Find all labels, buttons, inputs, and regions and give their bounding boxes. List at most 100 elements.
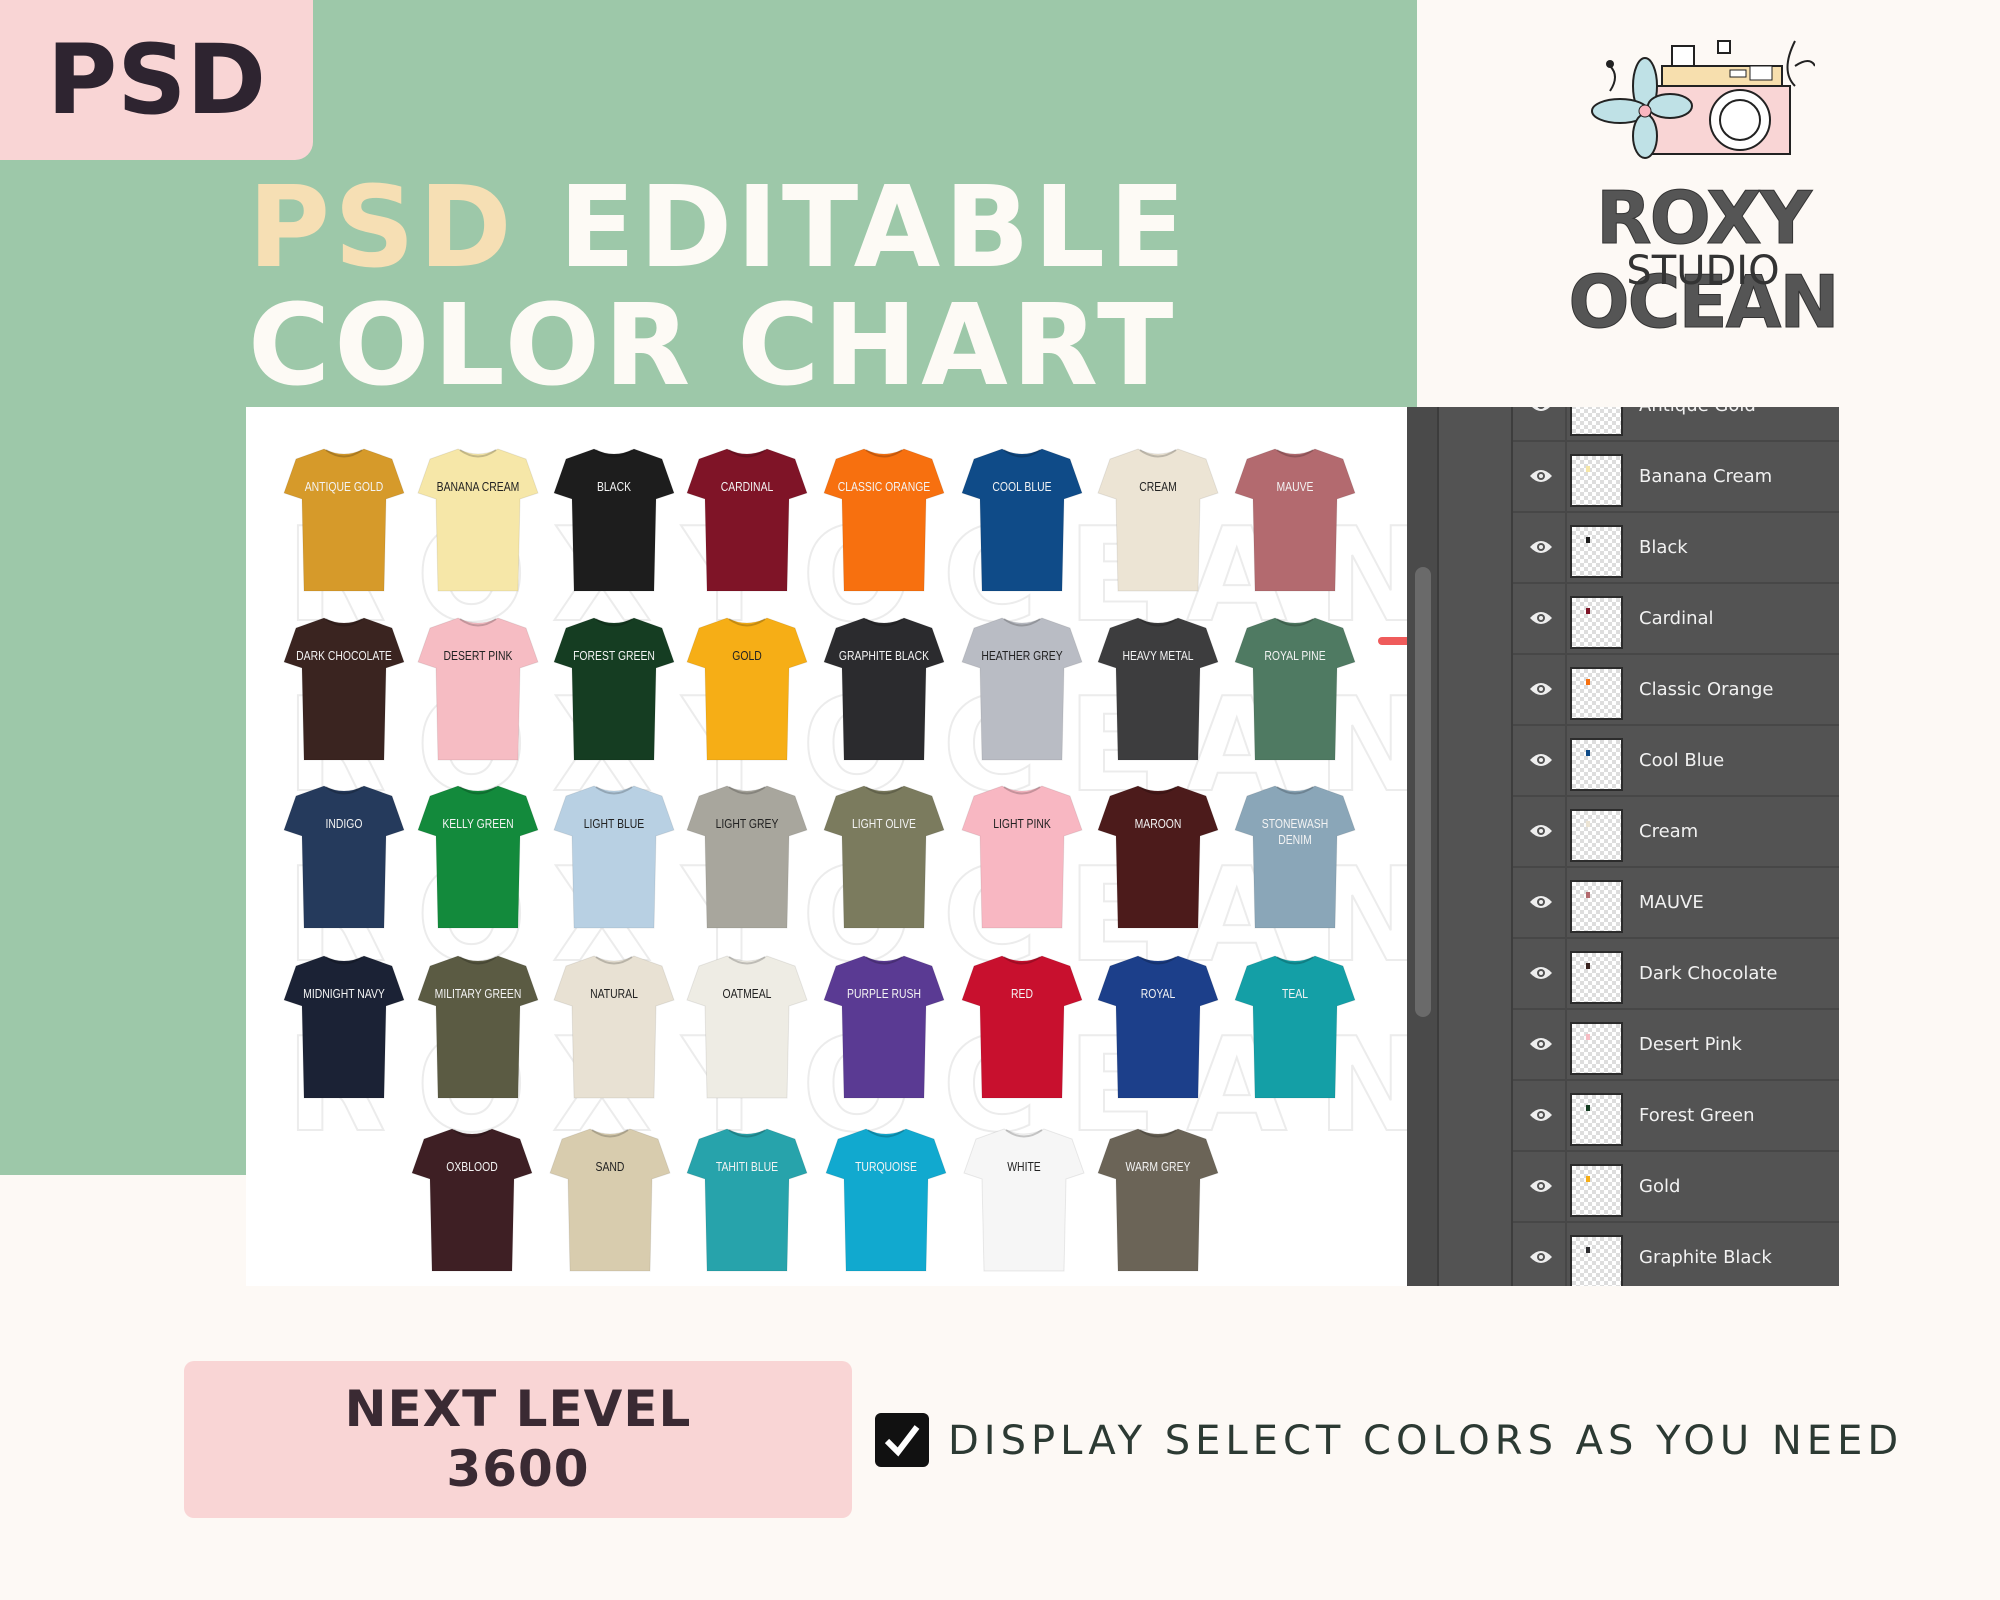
- shirt-label: Heavy Metal: [1122, 648, 1194, 663]
- layer-name: Cardinal: [1639, 608, 1714, 629]
- layer-name: Cream: [1639, 821, 1699, 842]
- layer-thumbnail: [1570, 667, 1623, 720]
- layer-row[interactable]: Desert Pink: [1513, 1010, 1839, 1081]
- product-line: NEXT LEVEL: [344, 1380, 692, 1438]
- shirt-label: White: [1007, 1159, 1041, 1174]
- shirt-label: Antique Gold: [304, 479, 384, 494]
- tshirt-icon: [1234, 955, 1356, 1099]
- layer-name: Banana Cream: [1639, 466, 1773, 487]
- shirt-swatch: White: [962, 1125, 1086, 1275]
- checkmark-icon: [884, 1425, 920, 1457]
- layer-thumbnail: [1570, 951, 1623, 1004]
- layers-panel: Antique Gold Banana Cream Black Cardinal Cla…: [1407, 407, 1839, 1286]
- tshirt-icon: [961, 955, 1083, 1099]
- tshirt-icon: [686, 1128, 808, 1272]
- shirt-swatch: Kelly Green: [416, 782, 540, 932]
- shirt-label: Gold: [732, 648, 762, 663]
- shirt-swatch: Gold: [685, 614, 809, 764]
- shirt-label: Purple Rush: [847, 986, 921, 1001]
- row-divider: [1565, 1223, 1567, 1286]
- visibility-eye-icon[interactable]: [1529, 610, 1553, 626]
- shirt-label: Heather Grey: [981, 648, 1063, 663]
- visibility-eye-icon[interactable]: [1529, 1107, 1553, 1123]
- shirt-label: Dark Chocolate: [296, 648, 392, 663]
- tshirt-icon: [825, 1128, 947, 1272]
- shirt-swatch: Military Green: [416, 952, 540, 1102]
- visibility-eye-icon[interactable]: [1529, 681, 1553, 697]
- shirt-label: Warm Grey: [1125, 1159, 1191, 1174]
- shirt-swatch: Oxblood: [410, 1125, 534, 1275]
- row-divider: [1565, 1081, 1567, 1150]
- layer-name: Classic Orange: [1639, 679, 1774, 700]
- shirt-label: Cream: [1139, 479, 1177, 494]
- layer-row[interactable]: Cream: [1513, 797, 1839, 868]
- tshirt-icon: [1097, 955, 1219, 1099]
- visibility-eye-icon[interactable]: [1529, 1178, 1553, 1194]
- shirt-label: Teal: [1281, 986, 1308, 1001]
- tshirt-icon: [686, 955, 808, 1099]
- layer-thumbnail: [1570, 454, 1623, 507]
- layer-row[interactable]: Banana Cream: [1513, 442, 1839, 513]
- visibility-eye-icon[interactable]: [1529, 823, 1553, 839]
- shirt-swatch: Purple Rush: [822, 952, 946, 1102]
- layer-name: Cool Blue: [1639, 750, 1725, 771]
- layer-thumbnail: [1570, 809, 1623, 862]
- layer-row[interactable]: Graphite Black: [1513, 1223, 1839, 1286]
- shirt-label: Kelly Green: [442, 816, 514, 831]
- layer-name: Graphite Black: [1639, 1247, 1772, 1268]
- layer-row[interactable]: Cardinal: [1513, 584, 1839, 655]
- display-checkbox[interactable]: [875, 1413, 929, 1467]
- shirt-swatch: Royal Pine: [1233, 614, 1357, 764]
- layer-row[interactable]: Cool Blue: [1513, 726, 1839, 797]
- shirt-label: Indigo: [325, 816, 363, 831]
- shirt-swatch: Warm Grey: [1096, 1125, 1220, 1275]
- tshirt-icon: [961, 617, 1083, 761]
- tshirt-icon: [1097, 617, 1219, 761]
- visibility-eye-icon[interactable]: [1529, 1249, 1553, 1265]
- visibility-eye-icon[interactable]: [1529, 539, 1553, 555]
- row-divider: [1565, 868, 1567, 937]
- row-divider: [1565, 407, 1567, 440]
- tshirt-icon: [1097, 1128, 1219, 1272]
- tshirt-icon: [1234, 617, 1356, 761]
- shirt-swatch: Natural: [552, 952, 676, 1102]
- layer-row[interactable]: Classic Orange: [1513, 655, 1839, 726]
- row-divider: [1565, 584, 1567, 653]
- page-title-line2: COLOR CHART: [248, 281, 1178, 411]
- row-divider: [1565, 1152, 1567, 1221]
- layers-scrollbar[interactable]: [1415, 567, 1431, 1017]
- shirt-label: Sand: [595, 1159, 625, 1174]
- tshirt-icon: [417, 617, 539, 761]
- layer-thumbnail: [1570, 1022, 1623, 1075]
- shirt-swatch: Cool Blue: [960, 445, 1084, 595]
- shirt-swatch: Forest Green: [552, 614, 676, 764]
- shirt-swatch: Dark Chocolate: [282, 614, 406, 764]
- tshirt-icon: [823, 448, 945, 592]
- layer-row[interactable]: Gold: [1513, 1152, 1839, 1223]
- visibility-eye-icon[interactable]: [1529, 752, 1553, 768]
- layer-name: MAUVE: [1639, 892, 1704, 913]
- tshirt-icon: [283, 785, 405, 929]
- shirt-label: Stonewash Denim: [1261, 816, 1329, 847]
- layer-name: Gold: [1639, 1176, 1681, 1197]
- layer-row[interactable]: Black: [1513, 513, 1839, 584]
- layer-name: Desert Pink: [1639, 1034, 1742, 1055]
- layer-row[interactable]: Antique Gold: [1513, 407, 1839, 442]
- visibility-eye-icon[interactable]: [1529, 468, 1553, 484]
- tshirt-icon: [1097, 448, 1219, 592]
- tshirt-icon: [553, 617, 675, 761]
- tshirt-icon: [411, 1128, 533, 1272]
- visibility-eye-icon[interactable]: [1529, 1036, 1553, 1052]
- tshirt-icon: [283, 955, 405, 1099]
- visibility-eye-icon[interactable]: [1529, 407, 1553, 413]
- shirt-swatch: Stonewash Denim: [1233, 782, 1357, 932]
- layer-row[interactable]: MAUVE: [1513, 868, 1839, 939]
- shirt-swatch: Oatmeal: [685, 952, 809, 1102]
- tshirt-icon: [823, 785, 945, 929]
- layer-row[interactable]: Dark Chocolate: [1513, 939, 1839, 1010]
- visibility-eye-icon[interactable]: [1529, 965, 1553, 981]
- shirt-swatch: Heavy Metal: [1096, 614, 1220, 764]
- visibility-eye-icon[interactable]: [1529, 894, 1553, 910]
- layer-row[interactable]: Forest Green: [1513, 1081, 1839, 1152]
- row-divider: [1565, 797, 1567, 866]
